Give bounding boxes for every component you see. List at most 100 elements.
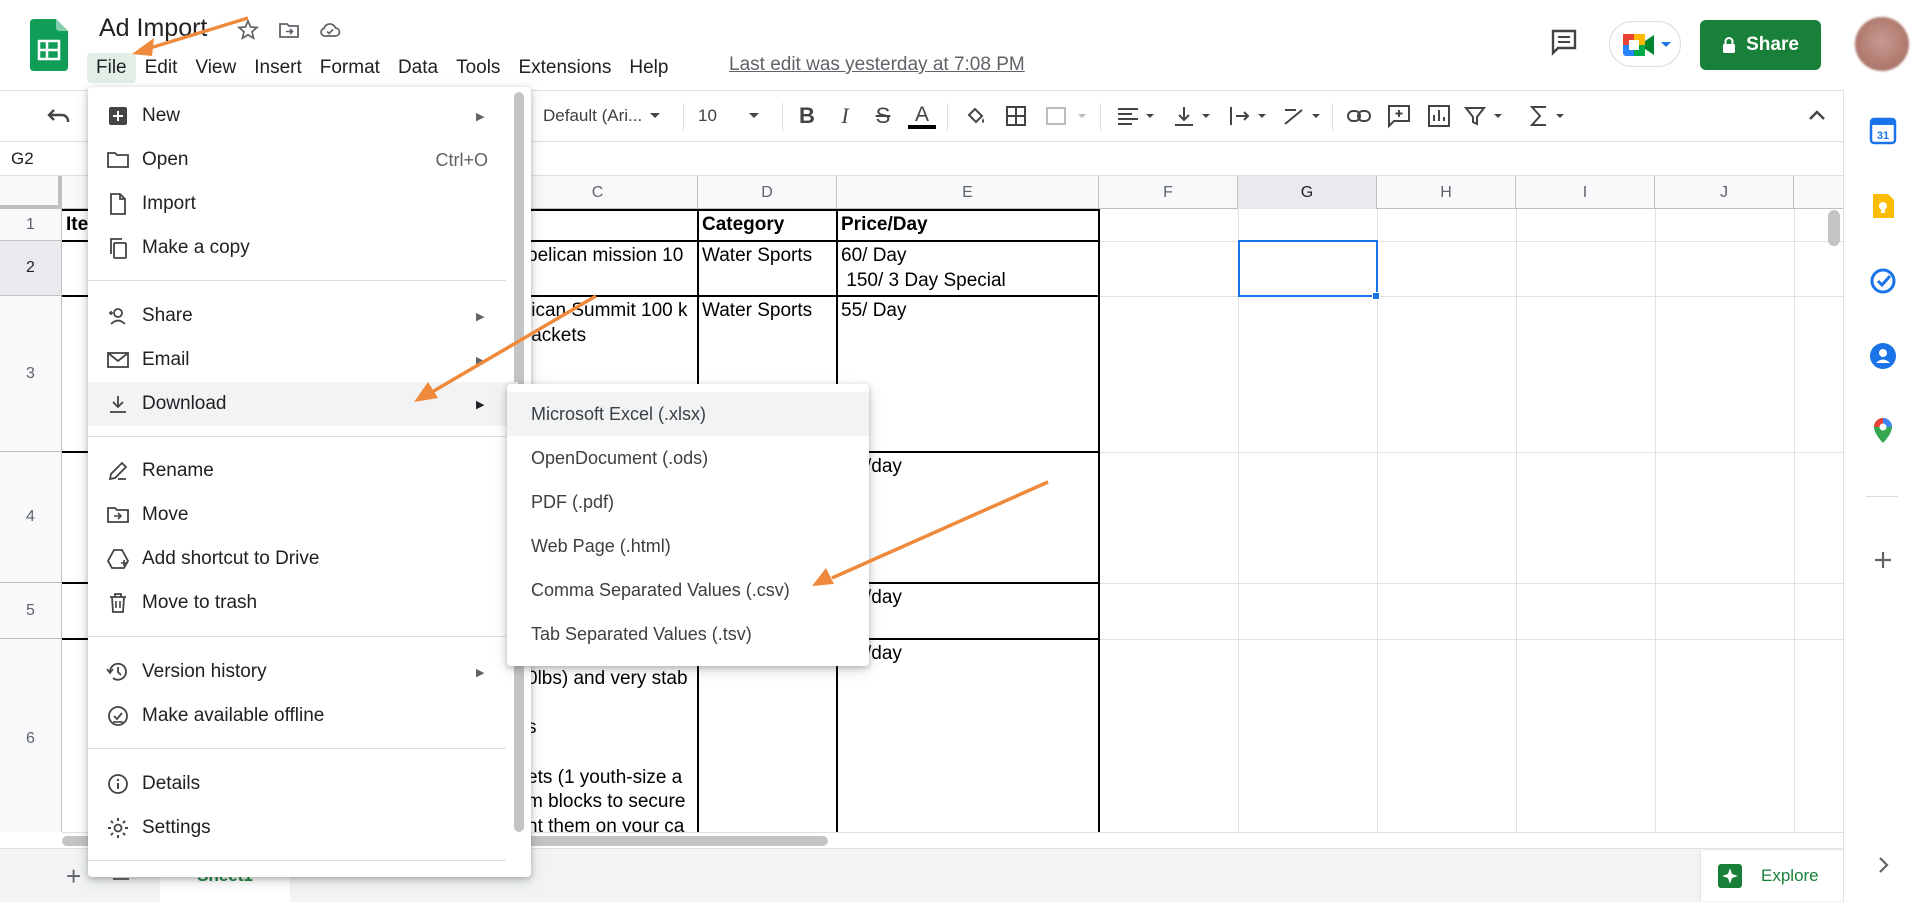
file-menu-rename[interactable]: Rename [88, 449, 518, 493]
font-select[interactable]: Default (Ari... [543, 101, 673, 131]
menu-tools[interactable]: Tools [447, 53, 509, 83]
menu-extensions[interactable]: Extensions [509, 53, 620, 83]
menu-insert[interactable]: Insert [245, 53, 311, 83]
file-menu-open[interactable]: Open Ctrl+O [88, 138, 518, 182]
row-header-6[interactable]: 6 [0, 639, 62, 832]
meet-button[interactable] [1609, 21, 1681, 67]
menu-edit[interactable]: Edit [136, 53, 187, 83]
column-header-i[interactable]: I [1516, 176, 1655, 209]
undo-icon[interactable] [44, 101, 74, 131]
fill-color-icon[interactable] [962, 101, 990, 131]
menu-data[interactable]: Data [389, 53, 447, 83]
column-header-e[interactable]: E [837, 176, 1099, 209]
file-menu-share[interactable]: Share ▶ [88, 294, 518, 338]
download-pdf[interactable]: PDF (.pdf) [507, 480, 869, 524]
vertical-scrollbar[interactable] [1828, 210, 1840, 246]
add-sheet-button[interactable]: + [66, 861, 81, 892]
column-header-f[interactable]: F [1099, 176, 1238, 209]
fill-handle[interactable] [1372, 292, 1380, 300]
row-header-2[interactable]: 2 [0, 241, 62, 296]
contacts-icon[interactable] [1868, 341, 1898, 371]
menu-format[interactable]: Format [311, 53, 389, 83]
insert-comment-icon[interactable] [1384, 101, 1414, 131]
download-html[interactable]: Web Page (.html) [507, 524, 869, 568]
avatar[interactable] [1855, 17, 1909, 71]
expand-panel-icon[interactable] [1868, 850, 1898, 880]
text-rotation-icon[interactable] [1280, 101, 1324, 131]
bold-icon[interactable]: B [793, 101, 821, 131]
cell-e4[interactable]: /day [866, 455, 902, 479]
document-title[interactable]: Ad Import [99, 14, 207, 43]
file-menu-make-copy[interactable]: Make a copy [88, 226, 518, 270]
text-wrap-icon[interactable] [1226, 101, 1270, 131]
sheets-logo-icon[interactable] [30, 19, 68, 71]
menu-view[interactable]: View [186, 53, 245, 83]
insert-chart-icon[interactable] [1424, 101, 1454, 131]
cell-c6-line3[interactable]: ets (1 youth-size a [527, 766, 682, 790]
cell-a1[interactable]: Ite [66, 213, 88, 237]
cell-e1[interactable]: Price/Day [841, 213, 928, 237]
cell-c6-line1[interactable]: 0lbs) and very stab [527, 667, 688, 691]
maps-icon[interactable] [1868, 416, 1898, 446]
link-icon[interactable] [1344, 101, 1374, 131]
download-xlsx[interactable]: Microsoft Excel (.xlsx) [507, 392, 869, 436]
add-addon-icon[interactable] [1868, 545, 1898, 575]
download-csv[interactable]: Comma Separated Values (.csv) [507, 568, 869, 612]
cloud-saved-icon[interactable] [318, 18, 342, 42]
column-header-d[interactable]: D [698, 176, 837, 209]
cell-e2-line1[interactable]: 60/ Day [841, 244, 906, 268]
cell-e6[interactable]: /day [866, 642, 902, 666]
explore-button[interactable]: Explore [1700, 851, 1843, 901]
selected-cell-g2[interactable] [1238, 240, 1378, 297]
file-menu-details[interactable]: Details [88, 762, 518, 806]
last-edit-link[interactable]: Last edit was yesterday at 7:08 PM [729, 54, 1025, 76]
align-left-icon[interactable] [1114, 101, 1158, 131]
download-ods[interactable]: OpenDocument (.ods) [507, 436, 869, 480]
tasks-icon[interactable] [1868, 266, 1898, 296]
file-menu-settings[interactable]: Settings [88, 806, 518, 850]
menu-help[interactable]: Help [620, 53, 677, 83]
row-header-3[interactable]: 3 [0, 296, 62, 452]
column-header-j[interactable]: J [1655, 176, 1794, 209]
cell-d2[interactable]: Water Sports [702, 244, 812, 268]
italic-icon[interactable]: I [831, 101, 859, 131]
cell-d1[interactable]: Category [702, 213, 784, 237]
collapse-toolbar-icon[interactable] [1804, 101, 1830, 131]
select-all-corner[interactable] [0, 176, 62, 209]
calendar-icon[interactable]: 31 [1868, 116, 1898, 146]
functions-icon[interactable] [1526, 101, 1570, 131]
file-menu-add-shortcut[interactable]: Add shortcut to Drive [88, 537, 518, 581]
merge-cells-icon[interactable] [1042, 101, 1090, 131]
vertical-align-icon[interactable] [1170, 101, 1214, 131]
cell-c6-line4[interactable]: m blocks to secure [527, 790, 685, 814]
cell-c6-line5[interactable]: nt them on your ca [527, 815, 684, 832]
file-menu-email[interactable]: Email ▶ [88, 338, 518, 382]
column-header-h[interactable]: H [1377, 176, 1516, 209]
cell-e2-line2[interactable]: 150/ 3 Day Special [841, 269, 1006, 293]
borders-icon[interactable] [1002, 101, 1030, 131]
file-menu-version-history[interactable]: Version history ▶ [88, 650, 518, 694]
file-menu-download[interactable]: Download ▶ [88, 382, 518, 426]
keep-icon[interactable] [1868, 191, 1898, 221]
download-tsv[interactable]: Tab Separated Values (.tsv) [507, 612, 869, 656]
row-header-4[interactable]: 4 [0, 452, 62, 583]
font-size-select[interactable]: 10 [698, 101, 770, 131]
file-menu-offline[interactable]: Make available offline [88, 694, 518, 738]
cell-c2[interactable]: pelican mission 10 [527, 244, 683, 268]
row-header-1[interactable]: 1 [0, 209, 62, 241]
text-color-icon[interactable]: A [907, 101, 937, 131]
share-button[interactable]: Share [1700, 20, 1821, 70]
file-menu-new[interactable]: New ▶ [88, 94, 518, 138]
name-box[interactable]: G2 [11, 149, 34, 169]
filter-icon[interactable] [1462, 101, 1506, 131]
cell-e3[interactable]: 55/ Day [841, 299, 906, 323]
file-menu-import[interactable]: Import [88, 182, 518, 226]
file-menu-move[interactable]: Move [88, 493, 518, 537]
menu-file[interactable]: File [87, 53, 136, 83]
comment-history-icon[interactable] [1548, 26, 1580, 58]
cell-c3-line2[interactable]: jackets [527, 324, 586, 348]
column-header-g[interactable]: G [1238, 176, 1377, 209]
row-header-5[interactable]: 5 [0, 583, 62, 639]
star-icon[interactable] [236, 18, 260, 42]
cell-e5[interactable]: /day [866, 586, 902, 610]
